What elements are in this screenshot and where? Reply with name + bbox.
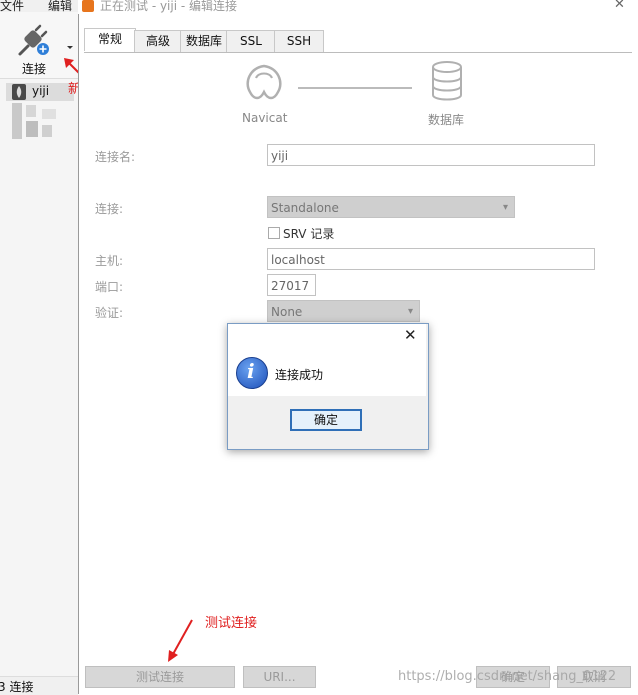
srv-record-label: SRV 记录 [283, 227, 335, 241]
database-icon [432, 61, 462, 101]
host-label: 主机: [95, 254, 124, 268]
chevron-down-icon: ▾ [502, 202, 508, 213]
tab-database[interactable]: 数据库 [180, 30, 228, 52]
dialog-close-icon[interactable]: ✕ [614, 0, 625, 12]
dialog-title: 正在测试 - yiji - 编辑连接 [100, 0, 238, 13]
nav-connection-label: yiji [32, 84, 50, 98]
message-box-titlebar [228, 324, 426, 350]
tab-general[interactable]: 常规 [84, 28, 136, 51]
chevron-down-icon[interactable] [66, 45, 74, 51]
conn-type-value: Standalone [271, 201, 339, 215]
plug-icon[interactable] [14, 24, 54, 58]
conn-type-label: 连接: [95, 202, 124, 216]
navicat-app-icon [82, 0, 94, 12]
tab-ssl[interactable]: SSL [226, 30, 276, 52]
port-input[interactable]: 27017 [267, 274, 316, 296]
conn-name-label: 连接名: [95, 150, 136, 164]
tab-bar: 常规 高级 数据库 SSL SSH [84, 28, 632, 53]
tab-ssh[interactable]: SSH [274, 30, 324, 52]
info-icon-glyph: i [247, 359, 255, 383]
test-connection-button[interactable]: 测试连接 [85, 666, 235, 688]
auth-select[interactable]: None ▾ [267, 300, 420, 322]
database-label: 数据库 [428, 113, 465, 127]
srv-record-checkbox[interactable] [268, 227, 280, 239]
status-text: 3 连接 [0, 680, 34, 694]
annotation-test-connection: 测试连接 [205, 616, 258, 631]
port-label: 端口: [95, 280, 124, 294]
connect-button-label[interactable]: 连接 [22, 60, 46, 77]
chevron-down-icon: ▾ [407, 306, 413, 317]
conn-type-select[interactable]: Standalone ▾ [267, 196, 515, 218]
uri-button[interactable]: URI... [243, 666, 316, 688]
mongodb-leaf-icon [12, 84, 26, 100]
navicat-label: Navicat [242, 111, 288, 125]
message-text: 连接成功 [275, 368, 324, 382]
message-close-icon[interactable]: ✕ [404, 326, 417, 344]
auth-value: None [271, 305, 303, 319]
auth-label: 验证: [95, 306, 124, 320]
navicat-logo-icon [246, 64, 282, 100]
host-input[interactable]: localhost [267, 248, 595, 270]
tab-advanced[interactable]: 高级 [134, 30, 182, 52]
message-ok-button[interactable]: 确定 [290, 409, 362, 431]
conn-name-input[interactable]: yiji [267, 144, 595, 166]
watermark: https://blog.csdn.net/shang_0122 [398, 669, 617, 684]
annotation-arrow-icon [168, 619, 193, 662]
blurred-tree-items [12, 103, 56, 139]
connection-line [298, 87, 412, 89]
